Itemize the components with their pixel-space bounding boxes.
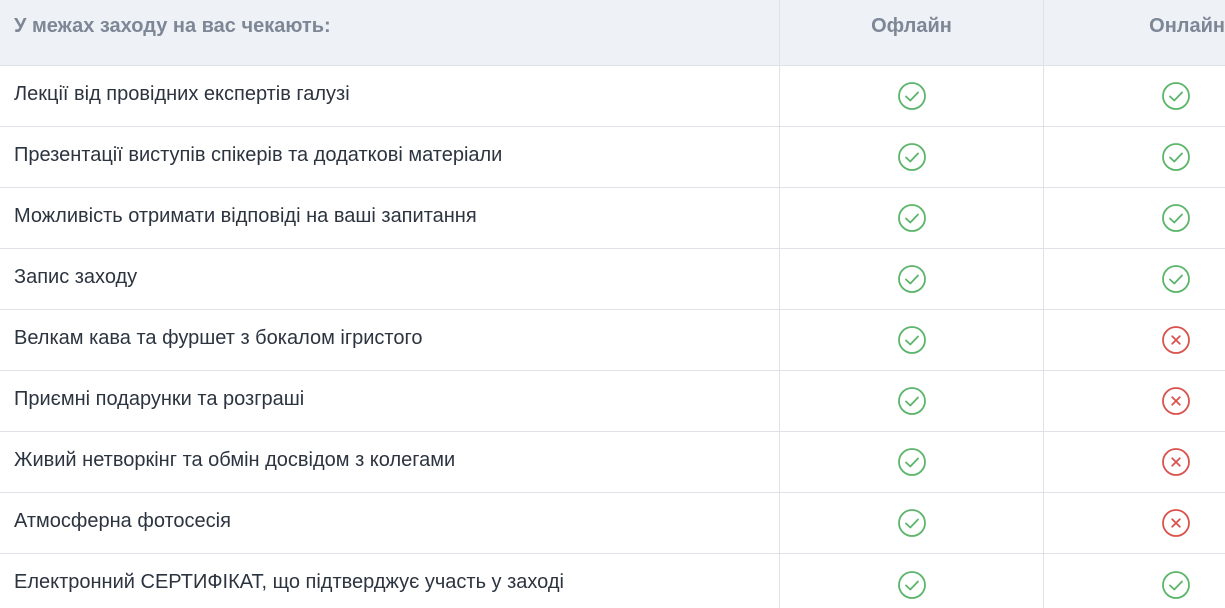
online-status	[1044, 127, 1225, 187]
table-row: Велкам кава та фуршет з бокалом ігристог…	[0, 310, 1225, 371]
check-icon	[1162, 143, 1190, 171]
row-label: Запис заходу	[0, 249, 780, 309]
online-status	[1044, 554, 1225, 608]
check-icon	[1162, 570, 1190, 599]
offline-status	[780, 66, 1044, 126]
offline-status	[780, 371, 1044, 431]
check-icon	[897, 387, 926, 415]
check-icon	[1162, 265, 1190, 293]
header-title: У межах заходу на вас чекають:	[0, 0, 780, 65]
table-row: Живий нетворкінг та обмін досвідом з кол…	[0, 432, 1225, 493]
offline-status	[780, 127, 1044, 187]
row-label: Велкам кава та фуршет з бокалом ігристог…	[0, 310, 780, 370]
comparison-table: У межах заходу на вас чекають: Офлайн Он…	[0, 0, 1225, 608]
offline-status	[780, 554, 1044, 608]
header-online: Онлайн	[1149, 15, 1225, 37]
row-label: Презентації виступів спікерів та додатко…	[0, 127, 780, 187]
check-icon	[897, 82, 926, 110]
offline-status	[780, 493, 1044, 553]
table-row: Лекції від провідних експертів галузі	[0, 66, 1225, 127]
table-row: Приємні подарунки та розграші	[0, 371, 1225, 432]
row-label: Живий нетворкінг та обмін досвідом з кол…	[0, 432, 780, 492]
offline-status	[780, 432, 1044, 492]
offline-status	[780, 249, 1044, 309]
row-label: Лекції від провідних експертів галузі	[0, 66, 780, 126]
header-offline: Офлайн	[780, 0, 1044, 65]
online-status	[1044, 66, 1225, 126]
check-icon	[897, 326, 926, 354]
row-label: Можливість отримати відповіді на ваші за…	[0, 188, 780, 248]
online-status	[1044, 249, 1225, 309]
table-row: Можливість отримати відповіді на ваші за…	[0, 188, 1225, 249]
table-row: Презентації виступів спікерів та додатко…	[0, 127, 1225, 188]
cross-icon	[1162, 448, 1190, 476]
check-icon	[1162, 82, 1190, 110]
online-status	[1044, 493, 1225, 553]
row-label: Електронний СЕРТИФІКАТ, що підтверджує у…	[0, 554, 780, 608]
online-status	[1044, 371, 1225, 431]
offline-status	[780, 188, 1044, 248]
table-row: Електронний СЕРТИФІКАТ, що підтверджує у…	[0, 554, 1225, 608]
table-body: Лекції від провідних експертів галузі Пре…	[0, 66, 1225, 608]
check-icon	[897, 204, 926, 232]
table-row: Атмосферна фотосесія	[0, 493, 1225, 554]
check-icon	[897, 509, 926, 537]
check-icon	[1162, 204, 1190, 232]
cross-icon	[1162, 326, 1190, 354]
table-header: У межах заходу на вас чекають: Офлайн Он…	[0, 0, 1225, 66]
cross-icon	[1162, 387, 1190, 415]
row-label: Атмосферна фотосесія	[0, 493, 780, 553]
check-icon	[897, 265, 926, 293]
online-status	[1044, 310, 1225, 370]
check-icon	[897, 570, 926, 599]
check-icon	[897, 448, 926, 476]
online-status	[1044, 432, 1225, 492]
row-label: Приємні подарунки та розграші	[0, 371, 780, 431]
offline-status	[780, 310, 1044, 370]
cross-icon	[1162, 509, 1190, 537]
table-row: Запис заходу	[0, 249, 1225, 310]
online-status	[1044, 188, 1225, 248]
check-icon	[897, 143, 926, 171]
